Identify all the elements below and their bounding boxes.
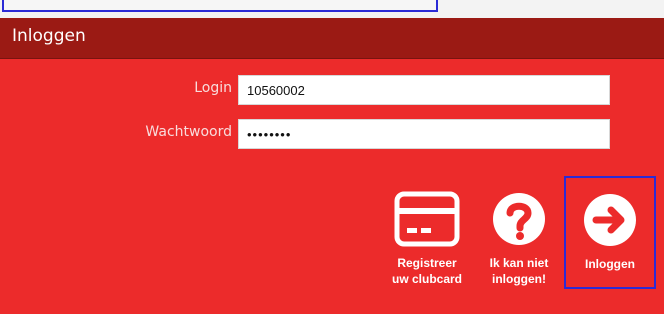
- register-clubcard-button[interactable]: Registreer uw clubcard: [381, 191, 473, 287]
- forgot-login-button[interactable]: Ik kan niet inloggen!: [483, 191, 555, 287]
- login-input[interactable]: [238, 75, 610, 105]
- login-button[interactable]: Inloggen: [564, 176, 656, 289]
- password-label: Wachtwoord: [145, 124, 232, 140]
- login-label: Login: [194, 80, 232, 96]
- login-button-label: Inloggen: [585, 257, 635, 271]
- top-strip: [0, 0, 664, 18]
- arrow-right-circle-icon: [566, 192, 654, 252]
- password-input[interactable]: [238, 119, 610, 149]
- forgot-label: Ik kan niet inloggen!: [483, 255, 555, 287]
- panel-title: Inloggen: [12, 26, 86, 46]
- register-label-line2: uw clubcard: [391, 272, 462, 286]
- forgot-label-line2: inloggen!: [492, 272, 546, 286]
- login-panel: Inloggen Login Wachtwoord Registreer uw …: [0, 18, 664, 314]
- question-icon: [483, 191, 555, 251]
- focused-field-highlight: [2, 0, 438, 12]
- register-label-line1: Registreer: [397, 256, 457, 270]
- credit-card-icon: [381, 191, 473, 251]
- register-label: Registreer uw clubcard: [381, 255, 473, 287]
- forgot-label-line1: Ik kan niet: [489, 256, 549, 270]
- panel-header: Inloggen: [0, 18, 664, 59]
